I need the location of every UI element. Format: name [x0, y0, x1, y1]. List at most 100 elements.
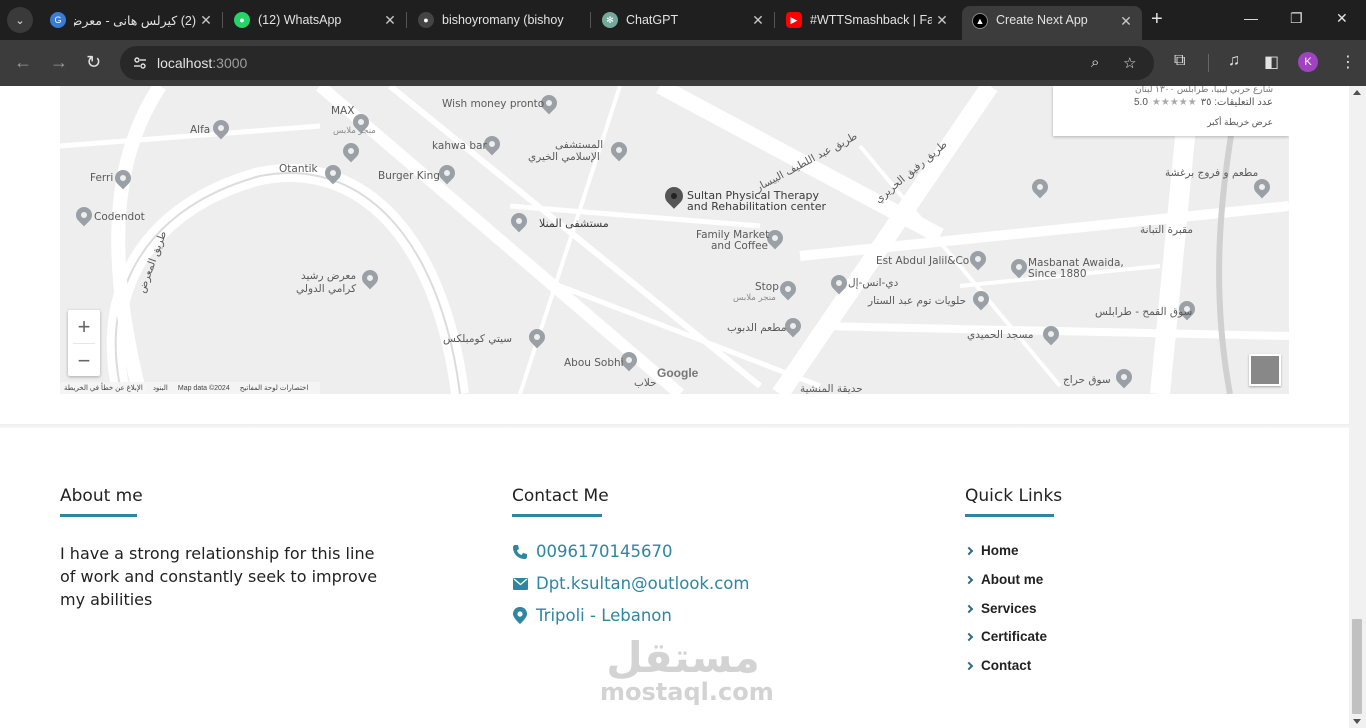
tab-title: Create Next App [996, 13, 1088, 27]
mostaql-icon: G [50, 12, 66, 28]
bookmark-star-icon[interactable]: ☆ [1123, 54, 1136, 72]
map-label: حديقة المنشية [800, 383, 863, 394]
map-label: منجر ملابس [333, 126, 376, 136]
report-error-link[interactable]: الإبلاغ عن خطأ في الخريطة [64, 384, 143, 392]
close-window-icon[interactable]: ✕ [1336, 10, 1348, 27]
close-tab-icon[interactable]: ✕ [748, 12, 768, 29]
rating-stars-icon: ★★★★★ [1151, 97, 1198, 108]
quick-link-about[interactable]: About me [964, 572, 1043, 587]
chevron-right-icon [964, 661, 974, 670]
location-text[interactable]: Tripoli - Lebanon [536, 606, 672, 625]
zoom-magnifier-icon[interactable]: ⌕ [1091, 54, 1099, 71]
quick-link-certificate[interactable]: Certificate [964, 629, 1047, 644]
browser-tab-bar: ⌄ G (2) كيرلس هانى - معرض ✕ ● (12) Whats… [0, 0, 1366, 40]
url-text: localhost:3000 [157, 55, 248, 71]
map-label: Since 1880 [1028, 268, 1087, 280]
whatsapp-icon: ● [234, 12, 250, 28]
place-address: شارع حربي ليبيا، طرابلس ١٣٠٠ لبنان [1134, 86, 1273, 94]
map-label: Ferri [90, 172, 114, 184]
quick-links-heading: Quick Links [965, 486, 1063, 506]
google-map-embed[interactable]: Sultan Physical Therapy and Rehabilitati… [60, 86, 1289, 394]
phone-icon [512, 544, 528, 560]
restore-icon[interactable]: ❐ [1290, 10, 1303, 27]
map-label: الإسلامي الخيري [528, 151, 600, 163]
menu-kebab-icon[interactable]: ⋮ [1340, 52, 1356, 72]
tab-title: ChatGPT [626, 13, 679, 27]
contact-location[interactable]: Tripoli - Lebanon [512, 606, 672, 625]
youtube-icon: ▶ [786, 12, 802, 28]
email-address[interactable]: Dpt.ksultan@outlook.com [536, 574, 749, 593]
terms-link[interactable]: البنود [153, 384, 168, 392]
chatgpt-icon: ✻ [602, 12, 618, 28]
browser-tab[interactable]: G (2) كيرلس هانى - معرض ✕ [40, 6, 223, 34]
keyboard-shortcuts-link[interactable]: اختصارات لوحة المفاتيح [240, 384, 309, 392]
map-label: كرامي الدولي [296, 283, 357, 295]
footer-contact-column: Contact Me [512, 486, 609, 517]
about-heading: About me [60, 486, 143, 506]
map-label: MAX [331, 105, 355, 117]
map-label: مطعم الدبوب [727, 322, 787, 334]
chevron-right-icon [964, 632, 974, 641]
satellite-toggle-button[interactable] [1249, 354, 1281, 386]
profile-avatar[interactable]: K [1298, 52, 1318, 72]
scrollbar-thumb[interactable] [1352, 619, 1362, 714]
back-arrow-icon[interactable]: ← [14, 53, 32, 71]
new-tab-icon[interactable]: + [1151, 9, 1163, 29]
map-label: Abou Sobhi [564, 357, 624, 369]
map-data-text: Map data ©2024 [177, 384, 230, 392]
scroll-down-arrow-icon[interactable] [1353, 719, 1361, 724]
chevron-right-icon [964, 604, 974, 613]
zoom-out-button[interactable]: − [68, 344, 100, 377]
forward-arrow-icon[interactable]: → [50, 53, 68, 71]
scroll-up-arrow-icon[interactable] [1353, 90, 1361, 95]
place-name-label[interactable]: Sultan Physical Therapy and Rehabilitati… [687, 190, 826, 212]
minimize-icon[interactable]: — [1244, 10, 1258, 26]
media-controls-icon[interactable]: ♫ [1228, 52, 1240, 70]
close-tab-icon[interactable]: ✕ [196, 12, 216, 29]
mostaql-watermark: مستقل mostaql.com [600, 633, 774, 706]
browser-toolbar: ← → ↻ localhost:3000 ⌕ ☆ ⧉ ♫ ◧ K ⋮ [0, 40, 1366, 86]
browser-tab[interactable]: ● bishoyromany (bishoy ✕ [408, 6, 591, 34]
page-scrollbar[interactable] [1349, 86, 1366, 728]
heading-underline [965, 514, 1054, 517]
map-label: منجر ملابس [733, 293, 776, 303]
map-label: Wish money pronto [442, 98, 545, 110]
view-larger-map-link[interactable]: عرض خريطة أكبر [1207, 117, 1273, 128]
browser-tab-active[interactable]: ▲ Create Next App ✕ [962, 6, 1142, 40]
site-info-icon[interactable] [132, 55, 148, 71]
contact-phone[interactable]: 0096170145670 [512, 542, 672, 561]
close-tab-icon[interactable]: ✕ [1116, 13, 1136, 30]
browser-tab[interactable]: ● (12) WhatsApp ✕ [224, 6, 407, 34]
map-attribution: الإبلاغ عن خطأ في الخريطة البنود Map dat… [60, 382, 320, 394]
nextjs-icon: ▲ [972, 13, 988, 29]
github-icon: ● [418, 12, 434, 28]
browser-tab[interactable]: ▶ #WTTSmashback | Fa ✕ [776, 6, 958, 34]
tab-title: #WTTSmashback | Fa [810, 13, 932, 27]
quick-link-home[interactable]: Home [964, 543, 1019, 558]
phone-number[interactable]: 0096170145670 [536, 542, 672, 561]
tab-search-chevron-icon[interactable]: ⌄ [7, 7, 33, 33]
address-bar[interactable]: localhost:3000 ⌕ ☆ [120, 46, 1154, 80]
contact-heading: Contact Me [512, 486, 609, 506]
map-label: حلويات توم عبد الستار [868, 295, 967, 307]
extensions-puzzle-icon[interactable]: ⧉ [1174, 52, 1185, 70]
zoom-in-button[interactable]: + [68, 310, 100, 343]
close-tab-icon[interactable]: ✕ [932, 12, 952, 29]
map-label: kahwa bar [432, 140, 487, 152]
contact-email[interactable]: Dpt.ksultan@outlook.com [512, 574, 749, 593]
map-label: Alfa [190, 124, 211, 136]
section-divider [0, 424, 1349, 428]
about-text: I have a strong relationship for this li… [60, 544, 378, 609]
close-tab-icon[interactable]: ✕ [380, 12, 400, 29]
quick-link-contact[interactable]: Contact [964, 658, 1031, 673]
quick-link-services[interactable]: Services [964, 601, 1037, 616]
map-label: Otantik [279, 163, 318, 175]
tab-title: (2) كيرلس هانى - معرض [74, 13, 196, 28]
map-label: مسجد الحميدي [967, 329, 1034, 341]
browser-tab[interactable]: ✻ ChatGPT ✕ [592, 6, 775, 34]
map-label: سوق حراج [1063, 374, 1111, 386]
map-label: المستشفى [555, 139, 604, 151]
side-panel-icon[interactable]: ◧ [1264, 52, 1279, 72]
reload-icon[interactable]: ↻ [86, 53, 101, 71]
heading-underline [60, 514, 137, 517]
